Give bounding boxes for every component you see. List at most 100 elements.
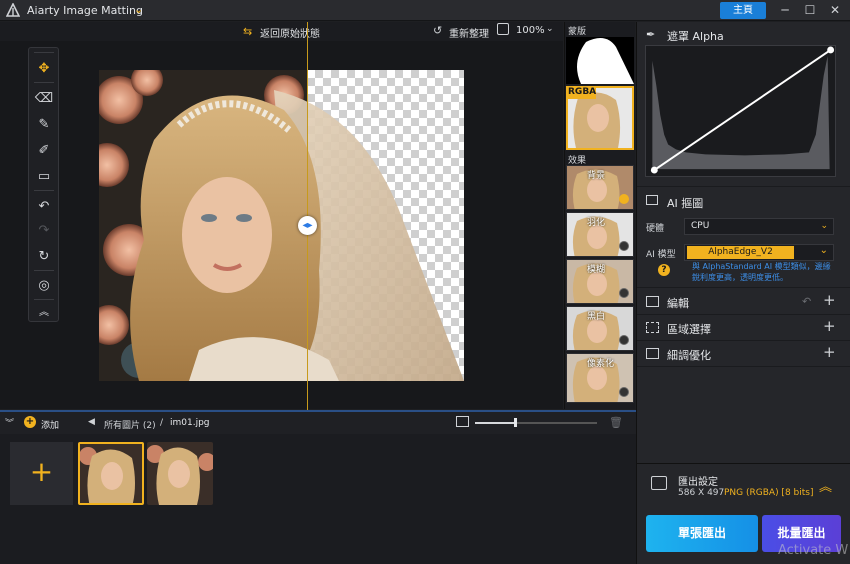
chevron-down-icon: ⌄: [820, 221, 828, 231]
roller-icon[interactable]: ▭: [34, 167, 54, 187]
export-title: 匯出設定: [678, 477, 718, 488]
zoom-level[interactable]: 100%: [516, 25, 545, 36]
edit-icon: [646, 296, 659, 307]
chevron-down-icon: ⌄: [819, 245, 828, 256]
radio-icon: [619, 288, 629, 298]
add-image-tile[interactable]: +: [10, 442, 73, 505]
effect-label: 背景: [587, 171, 606, 181]
breadcrumb-all-images[interactable]: 所有圖片 (2): [104, 418, 156, 431]
divider: [637, 314, 850, 315]
export-icon: [651, 476, 667, 490]
brush-icon[interactable]: ✎: [34, 115, 54, 135]
hardware-value: CPU: [691, 221, 710, 231]
add-button[interactable]: 添加: [41, 418, 59, 431]
breadcrumb-separator: /: [160, 418, 164, 428]
minimize-button[interactable]: ─: [773, 2, 797, 19]
effect-black-white[interactable]: 黑白: [566, 306, 634, 351]
effect-pixelate[interactable]: 像素化: [566, 353, 634, 403]
divider: [637, 340, 850, 341]
collapse-tools-icon[interactable]: ︽: [34, 303, 54, 323]
export-format: PNG (RGBA) [8 bits]: [724, 488, 814, 498]
reset-icon[interactable]: ↻: [34, 247, 54, 267]
reorganize-button[interactable]: 重新整理: [449, 25, 489, 40]
undo-icon[interactable]: ↶: [34, 197, 54, 217]
hardware-label: 硬體: [646, 224, 665, 234]
divider: [34, 190, 54, 191]
image-icon: [646, 195, 658, 205]
alpha-title: 遮罩 Alpha: [667, 30, 724, 43]
effect-label: 黑白: [587, 312, 606, 322]
rgba-label: RGBA: [566, 86, 597, 99]
back-arrow-icon[interactable]: ◀: [88, 417, 95, 427]
radio-icon: [619, 335, 629, 345]
effect-blur[interactable]: 模糊: [566, 259, 634, 304]
hardware-select[interactable]: CPU ⌄: [684, 218, 834, 235]
eraser-icon[interactable]: ⌫: [34, 89, 54, 109]
revert-button[interactable]: 返回原始狀態: [260, 25, 320, 40]
app-logo-icon: [6, 3, 20, 17]
undo-icon[interactable]: ↶: [802, 295, 811, 308]
image-canvas[interactable]: [99, 70, 464, 381]
radio-icon: [619, 241, 629, 251]
move-icon[interactable]: ✥: [34, 59, 54, 79]
dropper-icon: ✒: [646, 28, 656, 41]
model-value: AlphaEdge_V2: [687, 246, 794, 259]
checkmark-icon: [619, 194, 629, 204]
split-handle-icon[interactable]: ◂▸: [298, 216, 317, 235]
divider: [637, 186, 850, 187]
restore-button[interactable]: ☐: [798, 2, 822, 19]
plus-icon[interactable]: +: [823, 317, 836, 335]
edit-section[interactable]: 編輯: [667, 295, 689, 311]
effect-label: 像素化: [587, 359, 615, 369]
effect-label: 模糊: [587, 265, 606, 275]
refresh-icon[interactable]: ↺: [433, 24, 442, 37]
chevron-down-icon[interactable]: ⌄: [546, 24, 554, 34]
home-button[interactable]: 主頁: [720, 2, 766, 19]
divider: [637, 366, 850, 367]
region-select-icon: [646, 322, 659, 333]
refine-section[interactable]: 細調優化: [667, 347, 711, 363]
slider-fill: [475, 422, 516, 424]
breadcrumb-file: im01.jpg: [170, 418, 210, 428]
image-thumbnail[interactable]: [78, 442, 144, 505]
revert-icon[interactable]: ⇆: [243, 25, 252, 38]
divider: [34, 270, 54, 271]
plus-icon[interactable]: +: [823, 343, 836, 361]
model-description: 與 AlphaStandard AI 模型類似，邊緣銳利度更高，透明度更低。: [692, 262, 831, 282]
effect-feather[interactable]: 羽化: [566, 212, 634, 257]
app-title: Aiarty Image Matting: [27, 4, 143, 17]
radio-icon: [619, 387, 629, 397]
divider: [34, 52, 54, 53]
chevron-down-icon[interactable]: ⌄: [134, 3, 143, 16]
portrait-image: [99, 70, 464, 381]
chevron-up-icon[interactable]: ︽: [819, 476, 832, 495]
trash-icon[interactable]: 🗑: [609, 416, 623, 429]
thumbnail-size-icon: [456, 416, 469, 427]
alpha-curve-editor[interactable]: [645, 45, 836, 177]
redo-icon[interactable]: ↷: [34, 221, 54, 241]
mask-thumbnail[interactable]: [566, 37, 634, 84]
activation-watermark: Activate W: [778, 543, 849, 558]
single-export-button[interactable]: 單張匯出: [646, 515, 758, 552]
effect-label: 羽化: [587, 218, 606, 228]
paint-icon[interactable]: ✐: [34, 141, 54, 161]
divider: [637, 287, 850, 288]
divider: [34, 299, 54, 300]
collapse-icon[interactable]: ︾: [5, 416, 14, 429]
refine-icon: [646, 348, 659, 359]
divider: [34, 82, 54, 83]
fit-icon[interactable]: ◎: [34, 276, 54, 296]
close-button[interactable]: ✕: [823, 2, 847, 19]
effect-background[interactable]: 背景: [566, 165, 634, 210]
export-size: 586 X 497: [678, 488, 725, 498]
image-thumbnail[interactable]: [147, 442, 213, 505]
plus-icon[interactable]: +: [823, 291, 836, 309]
ai-matting-title: AI 摳圖: [667, 197, 704, 210]
model-label: AI 模型: [646, 250, 676, 260]
region-select-section[interactable]: 區域選擇: [667, 321, 711, 337]
add-icon[interactable]: +: [24, 416, 36, 428]
mask-label: 蒙版: [568, 27, 587, 37]
slider-handle[interactable]: [514, 418, 518, 427]
zoom-icon[interactable]: [497, 23, 509, 35]
help-icon[interactable]: ?: [658, 264, 670, 276]
